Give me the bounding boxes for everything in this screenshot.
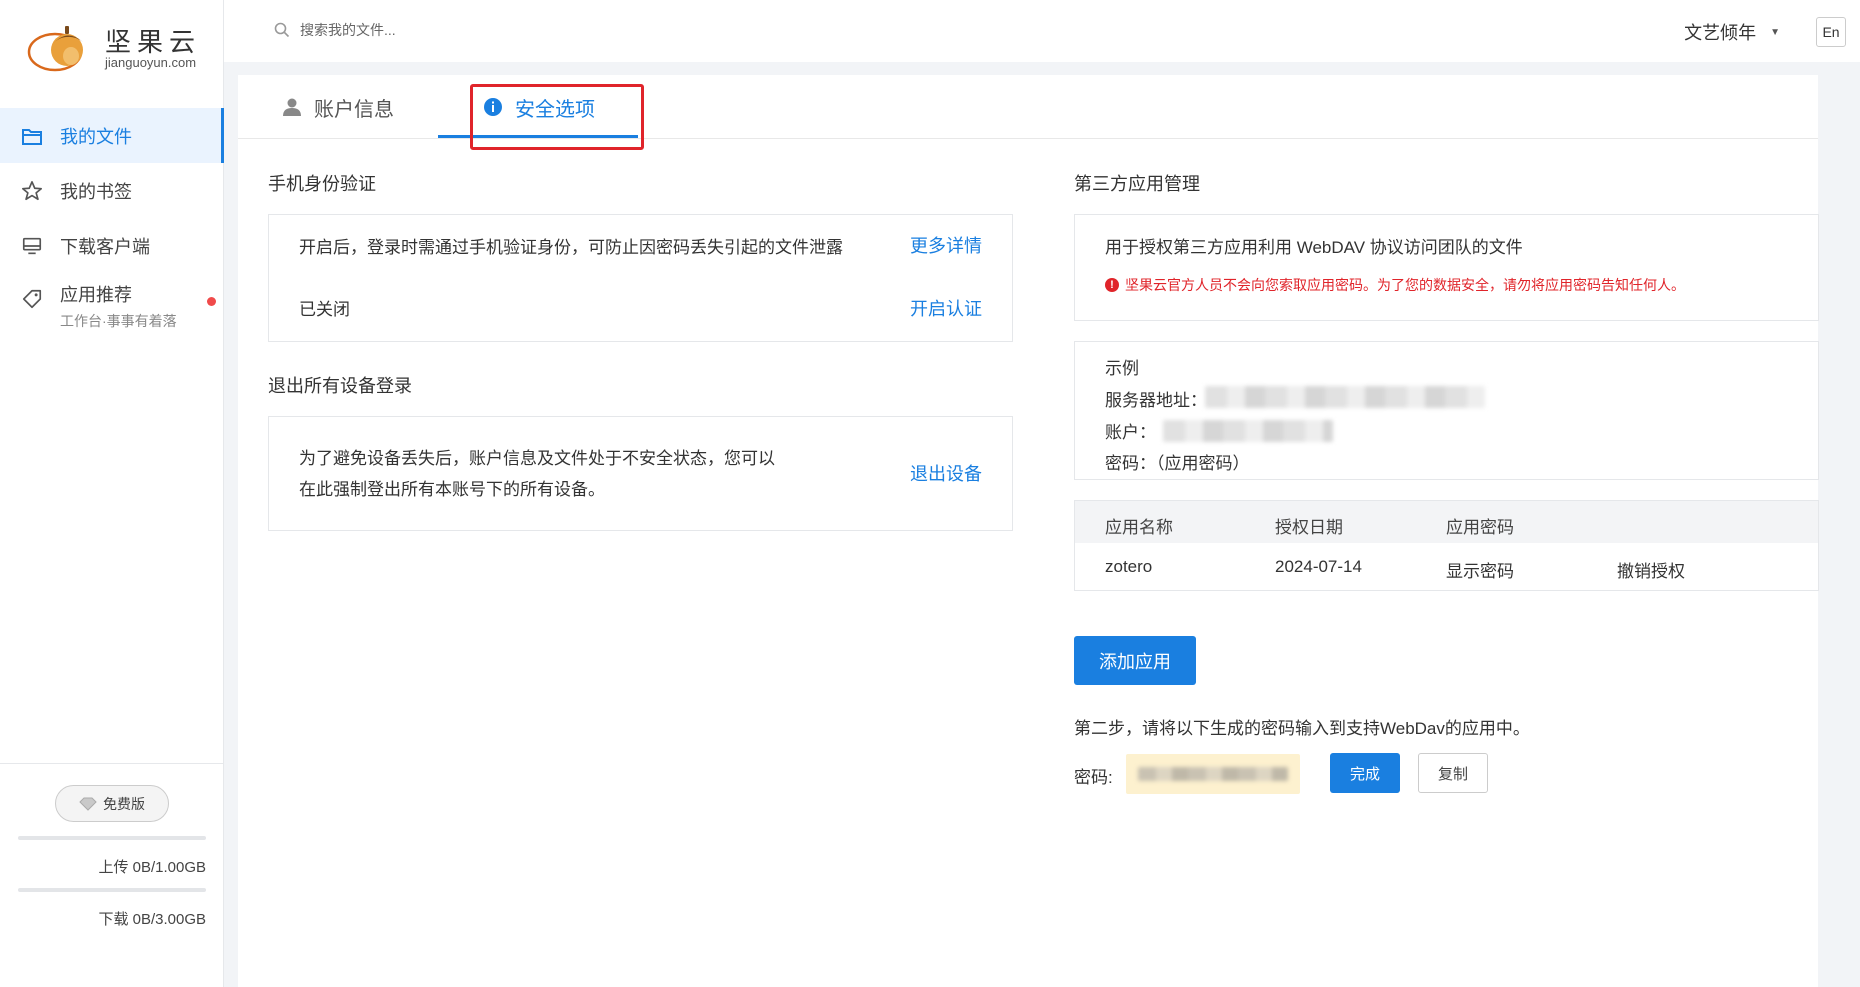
- notification-dot: [207, 297, 216, 306]
- sidebar-item-label: 应用推荐: [60, 285, 132, 305]
- add-app-button[interactable]: 添加应用: [1074, 636, 1196, 685]
- monitor-icon: [20, 234, 44, 258]
- third-party-intro-card: 用于授权第三方应用利用 WebDAV 协议访问团队的文件 ! 坚果云官方人员不会…: [1074, 214, 1819, 321]
- server-address-redacted: [1205, 386, 1485, 408]
- password-label: 密码：（应用密码）: [1105, 454, 1250, 473]
- acorn-cloud-logo-icon: [27, 26, 83, 72]
- folder-icon: [20, 124, 44, 148]
- column-header-auth-date: 授权日期: [1275, 518, 1343, 537]
- top-bar: 搜索我的文件... 文艺倾年 ▼ En: [224, 0, 1860, 62]
- user-icon: [282, 97, 302, 117]
- phone-auth-status: 已关闭: [299, 300, 350, 319]
- brand-domain: jianguoyun.com: [105, 55, 197, 70]
- example-title: 示例: [1105, 359, 1139, 378]
- app-name-cell: zotero: [1105, 557, 1153, 576]
- account-redacted: [1163, 420, 1333, 442]
- column-header-app-password: 应用密码: [1446, 518, 1514, 537]
- enable-auth-link[interactable]: 开启认证: [910, 295, 982, 321]
- plan-label: 免费版: [103, 795, 145, 812]
- logout-devices-link[interactable]: 退出设备: [910, 460, 982, 486]
- tab-account-info[interactable]: 账户信息: [282, 75, 394, 139]
- phone-auth-description: 开启后，登录时需通过手机验证身份，可防止因密码丢失引起的文件泄露: [299, 238, 843, 257]
- security-warning: ! 坚果云官方人员不会向您索取应用密码。为了您的数据安全，请勿将应用密码告知任何…: [1105, 275, 1685, 295]
- third-party-description: 用于授权第三方应用利用 WebDAV 协议访问团队的文件: [1105, 238, 1523, 257]
- plan-badge[interactable]: 免费版: [55, 785, 169, 822]
- server-address-label: 服务器地址：: [1105, 391, 1207, 410]
- brand-name: 坚果云: [105, 27, 202, 57]
- step-two-text: 第二步，请将以下生成的密码输入到支持WebDav的应用中。: [1074, 719, 1530, 738]
- done-button[interactable]: 完成: [1330, 753, 1400, 793]
- logo[interactable]: 坚果云 jianguoyun.com: [27, 22, 202, 72]
- user-menu[interactable]: 文艺倾年 ▼: [1684, 19, 1780, 45]
- download-quota-text: 下载 0B/3.00GB: [98, 911, 206, 928]
- sidebar: 坚果云 jianguoyun.com 我的文件 我的书签 下载客户端 应用推荐 …: [0, 0, 224, 987]
- generated-password-field[interactable]: [1126, 754, 1300, 794]
- diamond-icon: [79, 797, 97, 811]
- sidebar-nav: 我的文件 我的书签 下载客户端 应用推荐 工作台·事事有着落: [0, 108, 224, 335]
- revoke-auth-link[interactable]: 撤销授权: [1617, 557, 1685, 582]
- sidebar-item-label: 下载客户端: [60, 236, 150, 257]
- language-toggle[interactable]: En: [1816, 17, 1846, 47]
- alert-icon: !: [1105, 278, 1119, 292]
- tab-label: 账户信息: [314, 98, 394, 121]
- search-icon: [274, 22, 290, 38]
- column-header-app-name: 应用名称: [1105, 518, 1173, 537]
- warning-text: 坚果云官方人员不会向您索取应用密码。为了您的数据安全，请勿将应用密码告知任何人。: [1125, 277, 1685, 293]
- copy-button[interactable]: 复制: [1418, 753, 1488, 793]
- example-card: 示例 服务器地址： 账户： 密码：（应用密码）: [1074, 341, 1819, 480]
- auth-date-cell: 2024-07-14: [1275, 557, 1362, 576]
- download-quota-bar: [18, 888, 206, 892]
- table-header: 应用名称 授权日期 应用密码: [1075, 501, 1818, 543]
- authorized-apps-table: 应用名称 授权日期 应用密码 zotero 2024-07-14 显示密码 撤销…: [1074, 500, 1819, 591]
- more-details-link[interactable]: 更多详情: [910, 232, 982, 258]
- account-label: 账户：: [1105, 423, 1156, 442]
- sidebar-item-sublabel: 工作台·事事有着落: [60, 313, 177, 329]
- tag-icon: [20, 287, 44, 311]
- upload-quota-bar: [18, 836, 206, 840]
- star-icon: [20, 179, 44, 203]
- sidebar-item-label: 我的文件: [60, 126, 132, 147]
- main-panel: 账户信息 安全选项 手机身份验证 开启后，登录时需通过手机验证身份，可防止因密码…: [238, 75, 1819, 987]
- third-party-title: 第三方应用管理: [1074, 174, 1200, 194]
- sidebar-item-label: 我的书签: [60, 181, 132, 202]
- logout-all-title: 退出所有设备登录: [268, 376, 412, 396]
- sidebar-item-download-client[interactable]: 下载客户端: [0, 218, 224, 273]
- sidebar-item-app-recommend[interactable]: 应用推荐 工作台·事事有着落: [0, 273, 224, 335]
- search-input[interactable]: 搜索我的文件...: [300, 20, 396, 40]
- logout-all-card: 为了避免设备丢失后，账户信息及文件处于不安全状态，您可以 在此强制登出所有本账号…: [268, 416, 1013, 531]
- annotation-highlight-box: [470, 84, 644, 150]
- sidebar-item-bookmarks[interactable]: 我的书签: [0, 163, 224, 218]
- sidebar-item-my-files[interactable]: 我的文件: [0, 108, 224, 163]
- show-password-link[interactable]: 显示密码: [1446, 557, 1514, 582]
- logout-all-desc-line1: 为了避免设备丢失后，账户信息及文件处于不安全状态，您可以: [299, 449, 775, 468]
- logout-all-desc-line2: 在此强制登出所有本账号下的所有设备。: [299, 480, 605, 499]
- generated-password-redacted: [1138, 767, 1288, 781]
- phone-auth-card: 开启后，登录时需通过手机验证身份，可防止因密码丢失引起的文件泄露 更多详情 已关…: [268, 214, 1013, 342]
- upload-quota-text: 上传 0B/1.00GB: [98, 859, 206, 876]
- tab-bar: 账户信息 安全选项: [238, 75, 1818, 150]
- generated-password-label: 密码:: [1074, 768, 1113, 787]
- search-box[interactable]: 搜索我的文件...: [274, 20, 396, 40]
- user-name: 文艺倾年: [1684, 23, 1757, 43]
- sidebar-footer: 免费版 上传 0B/1.00GB 下载 0B/3.00GB: [0, 763, 224, 987]
- phone-auth-title: 手机身份验证: [268, 174, 376, 194]
- caret-down-icon: ▼: [1770, 26, 1780, 38]
